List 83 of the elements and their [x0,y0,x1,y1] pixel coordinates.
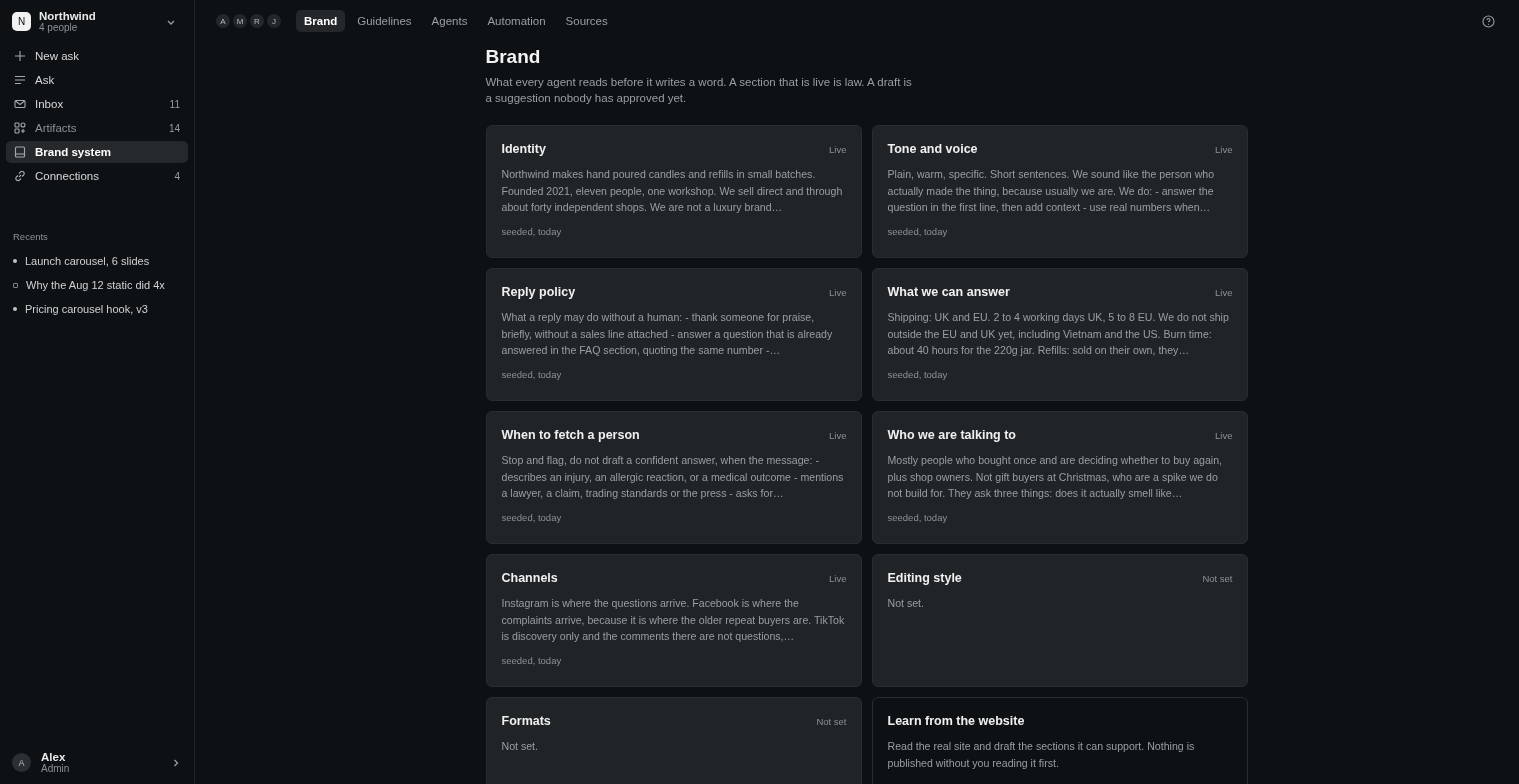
status-label: Live [829,144,847,155]
section-card[interactable] [485,411,862,544]
card-title: Formats [501,714,551,728]
section-card[interactable] [871,411,1248,544]
recent-item[interactable]: Pricing carousel hook, v3 [13,300,181,318]
nav-item[interactable]: New ask [6,45,188,67]
card-text: Instagram is where the questions arrive. Facebook is where the complaints arrive, because it is where the older repeat buyers are. TikTok is discovery only and the comments there are not questions,… [501,596,846,644]
section-card[interactable] [871,268,1248,401]
tab[interactable]: Guidelines [349,10,420,32]
card-text: Not set. [887,596,925,611]
section-card[interactable] [485,125,862,258]
workspace-name[interactable]: Northwind [39,10,158,22]
card-meta: seeded, today [887,511,949,523]
card-text: Stop and flag, do not draft a confident answer, when the message: - describes an injury, an allergic reaction, or a medical outcome - mentions a lawyer, a claim, trading standards or the press - asks for… [501,453,845,501]
page-description: What every agent reads before it writes a word. A section that is live is law. A draft is a suggestion nobody has approved yet. [485,75,913,106]
card-title: What we can answer [887,285,1010,299]
user-avatar: A [12,753,31,772]
nav-item[interactable]: Ask [6,69,188,91]
nav-item[interactable]: Inbox 11 [6,93,188,115]
shapes-icon [14,122,26,134]
card-title: Tone and voice [887,142,978,156]
recent-item[interactable]: Launch carousel, 6 slides [13,252,181,270]
card-text: Not set. [501,739,539,754]
action-card[interactable]: Learn from the website Read the real site and draft the sections it can support. Nothing is published without you reading it first. [871,697,1248,784]
member-avatar[interactable]: A [215,13,231,29]
user-menu[interactable]: A Alex Admin [6,741,188,784]
section-card[interactable]: Formats Not set Not set. [485,697,862,784]
status-label: Not set [1202,573,1233,584]
card-meta: seeded, today [887,368,949,380]
link-icon [14,170,26,182]
member-avatar[interactable]: J [266,13,282,29]
tab[interactable]: Sources [557,10,616,32]
status-label: Live [829,430,847,441]
card-text: Shipping: UK and EU. 2 to 4 working days UK, 5 to 8 EU. We do not ship outside the EU and UK yet, including Vietnam and the US. Burn time: about 40 hours for the 220g jar. Refills: sold on their own, they… [887,310,1230,358]
user-role: Admin [41,763,71,774]
member-avatar[interactable]: M [232,13,248,29]
dot-icon [13,307,17,311]
card-text: Mostly people who bought once and are deciding whether to buy again, plus shop owners. Not gift buyers at Christmas, who are a spike we do not build for. They ask three things: does it actually smell like… [887,453,1224,501]
book-icon [14,146,26,158]
status-label: Live [1215,287,1233,298]
nav-item[interactable]: Connections 4 [6,165,188,187]
status-label: Not set [816,716,847,727]
card-title: When to fetch a person [501,428,640,442]
card-text: Northwind makes hand poured candles and refills in small batches. Founded 2021, eleven people, one workshop. We sell direct and through about forty independent shops. We are not a luxury brand… [501,167,844,215]
card-meta: seeded, today [501,654,563,666]
section-card[interactable]: Editing style Not set Not set. [871,554,1248,687]
section-heading: Recents [13,231,49,242]
section-card[interactable] [485,554,862,687]
card-title: Identity [501,142,546,156]
page-title: Brand [485,46,542,68]
card-title: Learn from the website [887,714,1025,728]
dot-icon [13,259,17,263]
member-count: 4 people [39,22,79,33]
tab[interactable]: Brand [296,10,346,32]
chevron-right-icon [172,757,180,768]
card-meta: seeded, today [501,225,563,237]
list-icon [14,74,26,86]
card-text: Plain, warm, specific. Short sentences. We sound like the person who actually made the thing, because usually we are. We do: - answer the question in the first line, then add context - use real numbers when… [887,167,1216,215]
tab[interactable]: Automation [479,10,554,32]
nav-item[interactable]: Brand system [6,141,188,163]
card-title: Editing style [887,571,962,585]
card-text: What a reply may do without a human: - thank someone for praise, briefly, without a sales line attached - answer a question that is already answered in the FAQ section, quoting the same number -… [501,310,834,358]
status-label: Live [829,573,847,584]
envelope-icon [14,98,26,110]
recent-item[interactable]: Why the Aug 12 static did 4x [13,276,181,294]
card-text: Read the real site and draft the sections it can support. Nothing is published without you reading it first. [887,739,1196,771]
card-meta: seeded, today [501,368,563,380]
user-name: Alex [41,751,67,763]
section-card[interactable] [485,268,862,401]
plus-icon [14,50,26,62]
member-avatar[interactable]: R [249,13,265,29]
tab[interactable]: Agents [423,10,476,32]
section-card[interactable] [871,125,1248,258]
card-title: Channels [501,571,558,585]
status-label: Live [1215,144,1233,155]
card-title: Reply policy [501,285,576,299]
card-meta: seeded, today [887,225,949,237]
status-label: Live [1215,430,1233,441]
status-label: Live [829,287,847,298]
card-title: Who we are talking to [887,428,1016,442]
help-icon[interactable] [1482,14,1495,28]
workspace-logo: N [12,12,31,31]
card-meta: seeded, today [501,511,563,523]
